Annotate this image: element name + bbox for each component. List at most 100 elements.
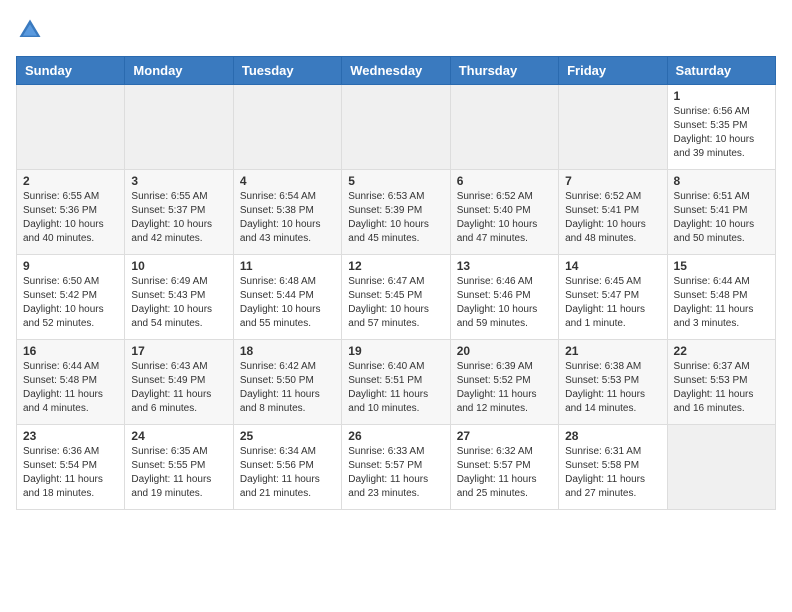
column-header-sunday: Sunday	[17, 57, 125, 85]
day-number: 21	[565, 344, 660, 358]
day-info: Sunrise: 6:56 AM Sunset: 5:35 PM Dayligh…	[674, 105, 769, 161]
day-info: Sunrise: 6:34 AM Sunset: 5:56 PM Dayligh…	[240, 445, 335, 501]
calendar-header-row: SundayMondayTuesdayWednesdayThursdayFrid…	[17, 57, 776, 85]
calendar-cell: 15 Sunrise: 6:44 AM Sunset: 5:48 PM Dayli…	[667, 255, 775, 340]
calendar-cell: 24 Sunrise: 6:35 AM Sunset: 5:55 PM Dayli…	[125, 425, 233, 510]
day-info: Sunrise: 6:55 AM Sunset: 5:36 PM Dayligh…	[23, 190, 118, 246]
day-number: 19	[348, 344, 443, 358]
calendar-cell: 21 Sunrise: 6:38 AM Sunset: 5:53 PM Dayli…	[559, 340, 667, 425]
column-header-thursday: Thursday	[450, 57, 558, 85]
day-info: Sunrise: 6:42 AM Sunset: 5:50 PM Dayligh…	[240, 360, 335, 416]
day-info: Sunrise: 6:39 AM Sunset: 5:52 PM Dayligh…	[457, 360, 552, 416]
calendar-cell: 2 Sunrise: 6:55 AM Sunset: 5:36 PM Daylig…	[17, 170, 125, 255]
day-info: Sunrise: 6:52 AM Sunset: 5:41 PM Dayligh…	[565, 190, 660, 246]
day-info: Sunrise: 6:44 AM Sunset: 5:48 PM Dayligh…	[674, 275, 769, 331]
day-number: 25	[240, 429, 335, 443]
day-number: 16	[23, 344, 118, 358]
day-info: Sunrise: 6:44 AM Sunset: 5:48 PM Dayligh…	[23, 360, 118, 416]
calendar-week-4: 16 Sunrise: 6:44 AM Sunset: 5:48 PM Dayli…	[17, 340, 776, 425]
day-number: 10	[131, 259, 226, 273]
calendar-week-3: 9Sunrise: 6:50 AM Sunset: 5:42 PM Daylig…	[17, 255, 776, 340]
day-number: 12	[348, 259, 443, 273]
column-header-saturday: Saturday	[667, 57, 775, 85]
day-number: 8	[674, 174, 769, 188]
calendar-cell: 20 Sunrise: 6:39 AM Sunset: 5:52 PM Dayli…	[450, 340, 558, 425]
day-info: Sunrise: 6:51 AM Sunset: 5:41 PM Dayligh…	[674, 190, 769, 246]
day-info: Sunrise: 6:46 AM Sunset: 5:46 PM Dayligh…	[457, 275, 552, 331]
calendar-cell: 17Sunrise: 6:43 AM Sunset: 5:49 PM Dayli…	[125, 340, 233, 425]
day-info: Sunrise: 6:35 AM Sunset: 5:55 PM Dayligh…	[131, 445, 226, 501]
calendar-cell	[17, 85, 125, 170]
day-info: Sunrise: 6:43 AM Sunset: 5:49 PM Dayligh…	[131, 360, 226, 416]
column-header-friday: Friday	[559, 57, 667, 85]
day-number: 11	[240, 259, 335, 273]
day-info: Sunrise: 6:45 AM Sunset: 5:47 PM Dayligh…	[565, 275, 660, 331]
day-info: Sunrise: 6:47 AM Sunset: 5:45 PM Dayligh…	[348, 275, 443, 331]
day-info: Sunrise: 6:55 AM Sunset: 5:37 PM Dayligh…	[131, 190, 226, 246]
calendar-cell: 26Sunrise: 6:33 AM Sunset: 5:57 PM Dayli…	[342, 425, 450, 510]
calendar-cell	[233, 85, 341, 170]
day-number: 28	[565, 429, 660, 443]
day-number: 1	[674, 89, 769, 103]
calendar-cell: 16 Sunrise: 6:44 AM Sunset: 5:48 PM Dayli…	[17, 340, 125, 425]
calendar-cell: 12 Sunrise: 6:47 AM Sunset: 5:45 PM Dayli…	[342, 255, 450, 340]
calendar-cell: 22 Sunrise: 6:37 AM Sunset: 5:53 PM Dayli…	[667, 340, 775, 425]
day-number: 20	[457, 344, 552, 358]
calendar-cell: 8 Sunrise: 6:51 AM Sunset: 5:41 PM Daylig…	[667, 170, 775, 255]
calendar-cell: 19 Sunrise: 6:40 AM Sunset: 5:51 PM Dayli…	[342, 340, 450, 425]
day-number: 6	[457, 174, 552, 188]
logo-icon	[16, 16, 44, 44]
calendar-cell: 4Sunrise: 6:54 AM Sunset: 5:38 PM Daylig…	[233, 170, 341, 255]
calendar-cell	[667, 425, 775, 510]
day-info: Sunrise: 6:37 AM Sunset: 5:53 PM Dayligh…	[674, 360, 769, 416]
calendar-cell	[450, 85, 558, 170]
calendar-cell: 27 Sunrise: 6:32 AM Sunset: 5:57 PM Dayli…	[450, 425, 558, 510]
calendar-cell	[342, 85, 450, 170]
day-info: Sunrise: 6:53 AM Sunset: 5:39 PM Dayligh…	[348, 190, 443, 246]
day-info: Sunrise: 6:52 AM Sunset: 5:40 PM Dayligh…	[457, 190, 552, 246]
day-number: 22	[674, 344, 769, 358]
calendar-week-1: 1 Sunrise: 6:56 AM Sunset: 5:35 PM Daylig…	[17, 85, 776, 170]
calendar-week-5: 23 Sunrise: 6:36 AM Sunset: 5:54 PM Dayli…	[17, 425, 776, 510]
logo	[16, 16, 48, 44]
day-number: 5	[348, 174, 443, 188]
day-number: 15	[674, 259, 769, 273]
day-number: 14	[565, 259, 660, 273]
day-info: Sunrise: 6:32 AM Sunset: 5:57 PM Dayligh…	[457, 445, 552, 501]
calendar-cell: 9Sunrise: 6:50 AM Sunset: 5:42 PM Daylig…	[17, 255, 125, 340]
calendar-cell: 6 Sunrise: 6:52 AM Sunset: 5:40 PM Daylig…	[450, 170, 558, 255]
calendar-table: SundayMondayTuesdayWednesdayThursdayFrid…	[16, 56, 776, 510]
calendar-cell: 10 Sunrise: 6:49 AM Sunset: 5:43 PM Dayli…	[125, 255, 233, 340]
day-info: Sunrise: 6:38 AM Sunset: 5:53 PM Dayligh…	[565, 360, 660, 416]
calendar-cell	[125, 85, 233, 170]
day-info: Sunrise: 6:50 AM Sunset: 5:42 PM Dayligh…	[23, 275, 118, 331]
day-info: Sunrise: 6:48 AM Sunset: 5:44 PM Dayligh…	[240, 275, 335, 331]
day-info: Sunrise: 6:40 AM Sunset: 5:51 PM Dayligh…	[348, 360, 443, 416]
day-info: Sunrise: 6:49 AM Sunset: 5:43 PM Dayligh…	[131, 275, 226, 331]
day-number: 4	[240, 174, 335, 188]
calendar-cell: 13 Sunrise: 6:46 AM Sunset: 5:46 PM Dayli…	[450, 255, 558, 340]
calendar-cell: 23 Sunrise: 6:36 AM Sunset: 5:54 PM Dayli…	[17, 425, 125, 510]
column-header-tuesday: Tuesday	[233, 57, 341, 85]
day-number: 27	[457, 429, 552, 443]
day-number: 2	[23, 174, 118, 188]
calendar-cell: 28Sunrise: 6:31 AM Sunset: 5:58 PM Dayli…	[559, 425, 667, 510]
page-header	[16, 16, 776, 44]
calendar-cell: 7 Sunrise: 6:52 AM Sunset: 5:41 PM Daylig…	[559, 170, 667, 255]
day-number: 24	[131, 429, 226, 443]
day-info: Sunrise: 6:36 AM Sunset: 5:54 PM Dayligh…	[23, 445, 118, 501]
day-number: 18	[240, 344, 335, 358]
day-number: 23	[23, 429, 118, 443]
day-info: Sunrise: 6:33 AM Sunset: 5:57 PM Dayligh…	[348, 445, 443, 501]
day-number: 7	[565, 174, 660, 188]
day-number: 13	[457, 259, 552, 273]
calendar-cell: 1 Sunrise: 6:56 AM Sunset: 5:35 PM Daylig…	[667, 85, 775, 170]
calendar-week-2: 2 Sunrise: 6:55 AM Sunset: 5:36 PM Daylig…	[17, 170, 776, 255]
calendar-cell: 5 Sunrise: 6:53 AM Sunset: 5:39 PM Daylig…	[342, 170, 450, 255]
calendar-cell: 14 Sunrise: 6:45 AM Sunset: 5:47 PM Dayli…	[559, 255, 667, 340]
column-header-wednesday: Wednesday	[342, 57, 450, 85]
day-number: 3	[131, 174, 226, 188]
calendar-cell: 18 Sunrise: 6:42 AM Sunset: 5:50 PM Dayli…	[233, 340, 341, 425]
calendar-cell	[559, 85, 667, 170]
calendar-cell: 25 Sunrise: 6:34 AM Sunset: 5:56 PM Dayli…	[233, 425, 341, 510]
